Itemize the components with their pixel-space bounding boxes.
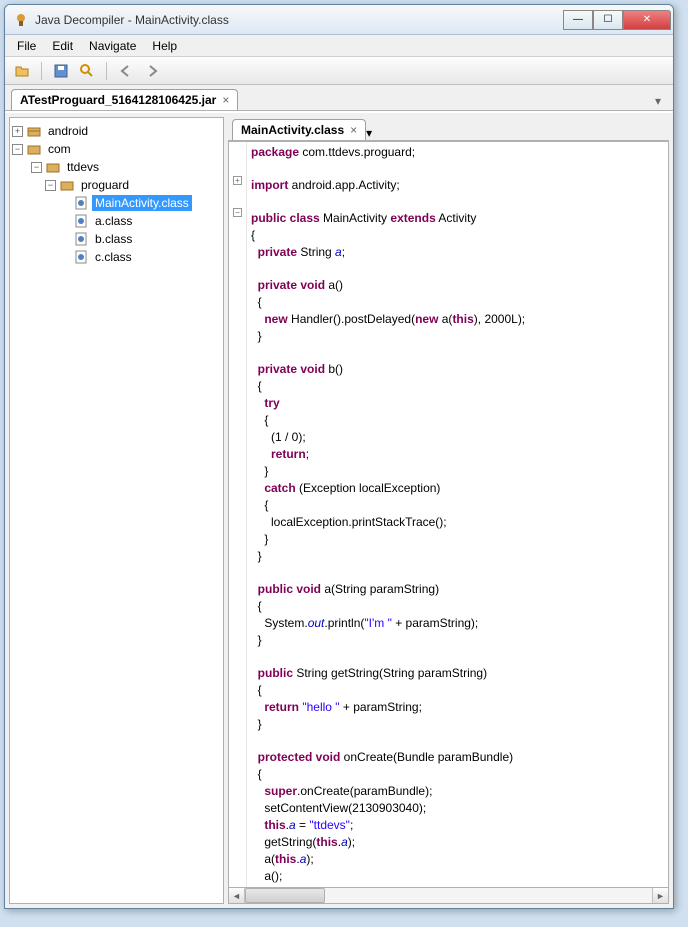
horizontal-scrollbar[interactable]: ◄ ► (228, 888, 669, 904)
scroll-thumb[interactable] (245, 888, 325, 903)
scroll-track[interactable] (245, 888, 652, 903)
menu-edit[interactable]: Edit (44, 37, 81, 55)
tree-node-com[interactable]: − com (12, 140, 221, 158)
close-tab-icon[interactable]: × (222, 93, 229, 107)
menu-navigate[interactable]: Navigate (81, 37, 144, 55)
gutter: +− (229, 142, 247, 887)
collapse-icon[interactable]: − (45, 180, 56, 191)
app-icon (13, 12, 29, 28)
expand-icon[interactable]: + (12, 126, 23, 137)
package-icon (59, 177, 75, 193)
tab-jar[interactable]: ATestProguard_5164128106425.jar × (11, 89, 238, 110)
class-icon (73, 249, 89, 265)
maximize-button[interactable]: ☐ (593, 10, 623, 30)
class-icon (73, 195, 89, 211)
scroll-right-icon[interactable]: ► (652, 888, 668, 903)
separator (41, 62, 42, 80)
titlebar[interactable]: Java Decompiler - MainActivity.class — ☐… (5, 5, 673, 35)
app-window: Java Decompiler - MainActivity.class — ☐… (4, 4, 674, 909)
tree-node-proguard[interactable]: − proguard (12, 176, 221, 194)
class-icon (73, 231, 89, 247)
open-button[interactable] (11, 60, 33, 82)
tree-node-a[interactable]: a.class (12, 212, 221, 230)
save-button[interactable] (50, 60, 72, 82)
menu-help[interactable]: Help (144, 37, 185, 55)
tree-node-mainactivity[interactable]: MainActivity.class (12, 194, 221, 212)
tab-menu-icon[interactable]: ▾ (649, 92, 667, 110)
tree-node-b[interactable]: b.class (12, 230, 221, 248)
separator (106, 62, 107, 80)
jar-tabstrip: ATestProguard_5164128106425.jar × ▾ (5, 85, 673, 111)
tab-menu-icon[interactable]: ▾ (366, 126, 372, 140)
tab-label: ATestProguard_5164128106425.jar (20, 93, 216, 107)
collapse-icon[interactable]: − (31, 162, 42, 173)
scroll-left-icon[interactable]: ◄ (229, 888, 245, 903)
package-icon (45, 159, 61, 175)
forward-button[interactable] (141, 60, 163, 82)
menu-file[interactable]: File (9, 37, 44, 55)
tab-label: MainActivity.class (241, 123, 344, 137)
tab-mainactivity[interactable]: MainActivity.class × (232, 119, 366, 140)
class-icon (73, 213, 89, 229)
close-tab-icon[interactable]: × (350, 123, 357, 137)
package-icon (26, 141, 42, 157)
tree-node-c[interactable]: c.class (12, 248, 221, 266)
search-button[interactable] (76, 60, 98, 82)
collapse-icon[interactable]: − (12, 144, 23, 155)
back-button[interactable] (115, 60, 137, 82)
editor-panel: MainActivity.class × ▾ +−package com.ttd… (228, 117, 669, 904)
window-title: Java Decompiler - MainActivity.class (35, 13, 563, 27)
package-icon (26, 123, 42, 139)
tree-node-android[interactable]: + android (12, 122, 221, 140)
tree-panel: + android − com − ttdevs (9, 117, 224, 904)
editor-tabstrip: MainActivity.class × ▾ (228, 117, 669, 141)
code-editor[interactable]: +−package com.ttdevs.proguard; import an… (228, 141, 669, 888)
fold-icon[interactable]: + (233, 176, 242, 185)
close-button[interactable]: ✕ (623, 10, 671, 30)
fold-icon[interactable]: − (233, 208, 242, 217)
menubar: File Edit Navigate Help (5, 35, 673, 57)
toolbar (5, 57, 673, 85)
tree-node-ttdevs[interactable]: − ttdevs (12, 158, 221, 176)
minimize-button[interactable]: — (563, 10, 593, 30)
